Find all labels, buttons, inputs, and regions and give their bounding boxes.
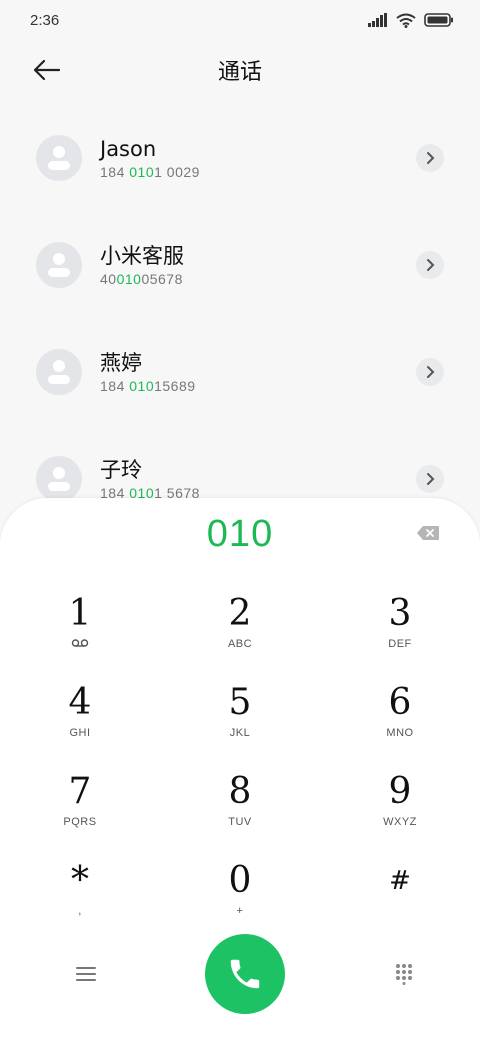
backspace-button[interactable]	[416, 522, 440, 544]
key-letters: GHI	[69, 727, 91, 739]
contact-row[interactable]: Jason 184 0101 0029	[0, 104, 480, 211]
contact-number: 184 01015689	[100, 377, 196, 394]
key-digit: 3	[388, 593, 412, 634]
avatar	[36, 241, 82, 288]
avatar	[36, 455, 82, 502]
phone-icon	[230, 959, 260, 989]
key-digit: *	[71, 860, 89, 901]
dial-key-9[interactable]: 9 WXYZ	[320, 752, 480, 841]
contact-suggestion-list: Jason 184 0101 0029 小米客服 4001005678 燕婷 1…	[0, 104, 480, 532]
battery-icon	[424, 13, 453, 27]
key-letters: DEF	[388, 638, 412, 650]
status-bar: 2:36	[0, 0, 480, 40]
contact-name: 燕婷	[100, 350, 142, 375]
person-icon	[48, 252, 70, 277]
dial-key-1[interactable]: 1	[0, 574, 160, 663]
header: 通话	[0, 46, 480, 94]
key-letters: ABC	[227, 638, 253, 650]
dial-key-6[interactable]: 6 MNO	[320, 663, 480, 752]
voicemail-icon	[71, 638, 89, 652]
dial-key-0[interactable]: 0 +	[160, 841, 320, 930]
status-icons	[368, 13, 454, 28]
menu-button[interactable]	[74, 962, 98, 986]
contact-row[interactable]: 燕婷 184 01015689	[0, 318, 480, 425]
person-icon	[48, 359, 70, 384]
person-icon	[48, 145, 70, 170]
dial-key-7[interactable]: 7 PQRS	[0, 752, 160, 841]
page-title: 通话	[217, 60, 262, 85]
chevron-right-icon	[427, 152, 435, 164]
contact-name: 子玲	[100, 457, 142, 482]
dial-key-hash[interactable]: #	[320, 841, 480, 930]
dialpad-action-bar	[0, 934, 480, 1014]
key-letters: WXYZ	[383, 816, 417, 828]
arrow-left-icon	[33, 59, 61, 81]
key-digit: 5	[228, 682, 252, 723]
key-digit: 1	[68, 593, 92, 634]
dial-key-star[interactable]: * ,	[0, 841, 160, 930]
chevron-right-icon	[427, 259, 435, 271]
chevron-right-icon	[427, 366, 435, 378]
person-icon	[48, 466, 70, 491]
avatar	[36, 348, 82, 395]
key-digit: 7	[68, 771, 92, 812]
key-digit: 9	[388, 771, 412, 812]
backspace-icon	[417, 526, 439, 540]
key-letters: MNO	[386, 727, 414, 739]
key-letters: TUV	[228, 816, 252, 828]
dialpad-panel: 010 1 2 ABC 3 DEF 4 GHI 5 JKL 6 MNO 7 PQ…	[0, 498, 480, 1040]
dial-key-4[interactable]: 4 GHI	[0, 663, 160, 752]
contact-detail-button[interactable]	[416, 251, 444, 279]
contact-name: 小米客服	[100, 243, 184, 268]
key-letters: +	[236, 905, 244, 917]
dial-key-2[interactable]: 2 ABC	[160, 574, 320, 663]
contact-name: Jason	[100, 136, 157, 161]
dial-key-8[interactable]: 8 TUV	[160, 752, 320, 841]
dialpad-keys: 1 2 ABC 3 DEF 4 GHI 5 JKL 6 MNO 7 PQRS 8…	[0, 574, 480, 930]
contact-number: 184 0101 0029	[100, 163, 200, 180]
dial-key-3[interactable]: 3 DEF	[320, 574, 480, 663]
key-letters: JKL	[229, 727, 251, 739]
key-digit: 2	[228, 593, 252, 634]
key-digit: #	[389, 866, 411, 896]
key-digit: 0	[228, 860, 252, 901]
contact-detail-button[interactable]	[416, 465, 444, 493]
chevron-right-icon	[427, 473, 435, 485]
back-button[interactable]	[30, 56, 64, 84]
wifi-icon	[396, 13, 416, 28]
key-letters: ,	[78, 905, 82, 917]
key-letters: PQRS	[63, 816, 97, 828]
contact-detail-button[interactable]	[416, 144, 444, 172]
call-button[interactable]	[205, 934, 285, 1014]
menu-icon	[76, 967, 96, 981]
dialed-number: 010	[206, 513, 274, 555]
key-digit: 6	[388, 682, 412, 723]
dial-key-5[interactable]: 5 JKL	[160, 663, 320, 752]
key-digit: 8	[228, 771, 252, 812]
contact-detail-button[interactable]	[416, 358, 444, 386]
contact-number: 4001005678	[100, 270, 183, 287]
dialpad-icon	[396, 964, 412, 985]
signal-icon	[368, 13, 387, 27]
contact-row[interactable]: 小米客服 4001005678	[0, 211, 480, 318]
status-time: 2:36	[30, 11, 60, 29]
avatar	[36, 134, 82, 181]
key-digit: 4	[68, 682, 92, 723]
keypad-toggle-button[interactable]	[392, 962, 416, 986]
